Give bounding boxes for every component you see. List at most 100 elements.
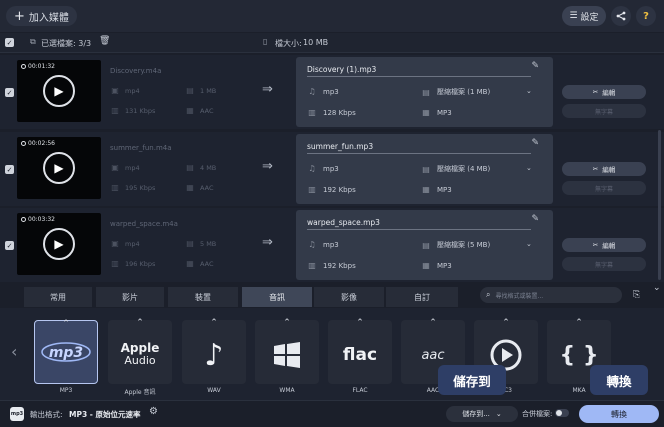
out-format: ♫ mp3 <box>307 164 338 173</box>
bitrate-icon: ▥ <box>308 108 316 117</box>
convert-button[interactable]: 轉換 <box>579 405 659 423</box>
output-format-label: 輸出格式: <box>30 410 63 419</box>
merge-toggle[interactable] <box>555 409 569 417</box>
mp3-logo-icon: mp3 <box>41 342 91 362</box>
format-label: WMA <box>279 387 295 394</box>
chevron-down-icon[interactable]: ⌄ <box>526 164 532 172</box>
output-card: warped_space.mp3 ✎ ♫ mp3 ▤ 壓縮檔案 (5 MB) ⌄ ▥ 192 K… <box>296 210 553 280</box>
source-filename: Discovery.m4a <box>110 67 162 75</box>
file-checkbox[interactable]: ✓ <box>5 241 14 250</box>
chevron-down-icon[interactable]: ⌄ <box>526 87 532 95</box>
video-thumbnail[interactable]: 00:03:32 ▶ <box>17 213 101 275</box>
share-icon <box>616 11 626 21</box>
scissors-icon: ✂ <box>592 241 599 249</box>
out-codec: ▦ MP3 <box>421 261 452 270</box>
source-filename: warped_space.m4a <box>110 220 178 228</box>
src-container: ▣ mp4 <box>110 86 140 95</box>
format-apple-audio[interactable]: ⌃ Apple Audio <box>108 318 172 384</box>
out-quality[interactable]: ▤ 壓縮檔案 (1 MB) <box>421 87 490 97</box>
out-codec-text: MP3 <box>437 108 452 117</box>
src-size: ▤ 1 MB <box>185 86 216 95</box>
chevron-up-icon: ⌃ <box>356 318 364 328</box>
trash-icon[interactable]: 🗑 <box>99 36 110 46</box>
pencil-icon[interactable]: ✎ <box>531 214 539 224</box>
subtitle-button[interactable]: 無字幕 <box>562 181 646 195</box>
settings-button[interactable]: ☰ 設定 <box>562 6 606 26</box>
edit-label: 編輯 <box>602 166 616 174</box>
export-icon[interactable]: ⎘ <box>633 290 640 300</box>
out-quality-text: 壓縮檔案 (1 MB) <box>437 88 491 96</box>
play-icon[interactable]: ▶ <box>43 228 75 260</box>
src-container: ▣ mp4 <box>110 239 140 248</box>
tab-devices[interactable]: 裝置 <box>168 287 238 307</box>
tab-common[interactable]: 常用 <box>24 287 92 307</box>
help-button[interactable]: ? <box>636 6 656 26</box>
duration-text: 00:01:32 <box>28 63 55 70</box>
play-icon[interactable]: ▶ <box>43 152 75 184</box>
subtitle-button[interactable]: 無字幕 <box>562 257 646 271</box>
settings-label: 設定 <box>580 12 599 23</box>
out-quality[interactable]: ▤ 壓縮檔案 (4 MB) <box>421 164 490 174</box>
size-label: 檔大小: <box>275 39 302 48</box>
edit-button[interactable]: ✂ 編輯 <box>562 238 646 252</box>
video-thumbnail[interactable]: 00:02:56 ▶ <box>17 137 101 199</box>
apple-logo-bottom: Audio <box>124 353 156 367</box>
chevron-left-icon[interactable]: ‹ <box>11 342 17 361</box>
tab-images[interactable]: 影像 <box>314 287 384 307</box>
disk-icon: ▤ <box>422 164 430 174</box>
scissors-icon: ✂ <box>592 88 599 96</box>
pencil-icon[interactable]: ✎ <box>531 61 539 71</box>
merge-label: 合併檔案: <box>522 410 553 418</box>
plus-icon: + <box>14 8 25 24</box>
chevron-up-icon: ⌃ <box>136 318 144 328</box>
format-mp3[interactable]: ⌃ mp3 <box>34 319 98 384</box>
format-flac[interactable]: ⌃ flac <box>328 318 392 384</box>
disk-icon: ▤ <box>422 87 430 97</box>
out-codec-text: MP3 <box>437 185 452 194</box>
chevron-down-icon[interactable]: ⌄ <box>526 240 532 248</box>
src-bitrate: ▥ 195 Kbps <box>110 183 155 192</box>
src-container-text: mp4 <box>125 86 140 95</box>
out-quality-text: 壓縮檔案 (4 MB) <box>437 165 491 173</box>
share-button[interactable] <box>611 6 631 26</box>
save-to-callout: 儲存到 <box>438 365 506 395</box>
output-filename[interactable]: warped_space.mp3 <box>307 218 531 230</box>
output-card: summer_fun.mp3 ✎ ♫ mp3 ▤ 壓縮檔案 (4 MB) ⌄ ▥ 192 Kbp… <box>296 134 553 204</box>
subtitle-button[interactable]: 無字幕 <box>562 104 646 118</box>
pencil-icon[interactable]: ✎ <box>531 138 539 148</box>
tab-video[interactable]: 影片 <box>96 287 164 307</box>
play-icon[interactable]: ▶ <box>43 75 75 107</box>
file-checkbox[interactable]: ✓ <box>5 88 14 97</box>
add-media-button[interactable]: + 加入媒體 <box>6 6 77 26</box>
format-wav[interactable]: ⌃ ♪ <box>182 318 246 384</box>
format-search-input[interactable]: ⌕ 尋找格式或裝置... <box>480 287 622 303</box>
video-thumbnail[interactable]: 00:01:32 ▶ <box>17 60 101 122</box>
file-icon: ▯ <box>263 37 268 46</box>
src-bitrate-text: 195 Kbps <box>125 183 156 192</box>
file-row: ✓ 00:03:32 ▶ warped_space.m4a ▣ mp4 ▤ 5 MB ▥ 196 … <box>0 208 664 282</box>
select-all-checkbox[interactable]: ✓ <box>5 38 14 47</box>
edit-label: 編輯 <box>602 242 616 250</box>
collapse-chevron-icon[interactable]: ⌄ <box>653 283 661 293</box>
music-note-icon: ♫ <box>308 87 316 96</box>
edit-button[interactable]: ✂ 編輯 <box>562 85 646 99</box>
out-quality[interactable]: ▤ 壓縮檔案 (5 MB) <box>421 240 490 250</box>
save-to-callout-text: 儲存到 <box>453 373 491 389</box>
format-wma[interactable]: ⌃ <box>255 318 319 384</box>
chevron-up-icon: ⌃ <box>210 318 218 328</box>
output-filename[interactable]: summer_fun.mp3 <box>307 142 531 154</box>
braces-icon: { } <box>559 342 599 368</box>
file-checkbox[interactable]: ✓ <box>5 165 14 174</box>
out-format-text: mp3 <box>323 87 339 96</box>
gear-icon[interactable]: ⚙ <box>149 406 158 417</box>
src-size: ▤ 5 MB <box>185 239 216 248</box>
tab-custom[interactable]: 自訂 <box>386 287 458 307</box>
edit-button[interactable]: ✂ 編輯 <box>562 162 646 176</box>
src-codec: ▦ AAC <box>185 183 213 192</box>
save-to-button[interactable]: 儲存到... ⌄ <box>446 406 518 422</box>
output-format-value: MP3 - 原始位元速率 <box>69 410 141 419</box>
scrollbar[interactable] <box>658 130 661 280</box>
output-filename[interactable]: Discovery (1).mp3 <box>307 65 531 77</box>
tab-audio[interactable]: 音訊 <box>242 287 312 307</box>
src-container-text: mp4 <box>125 239 140 248</box>
